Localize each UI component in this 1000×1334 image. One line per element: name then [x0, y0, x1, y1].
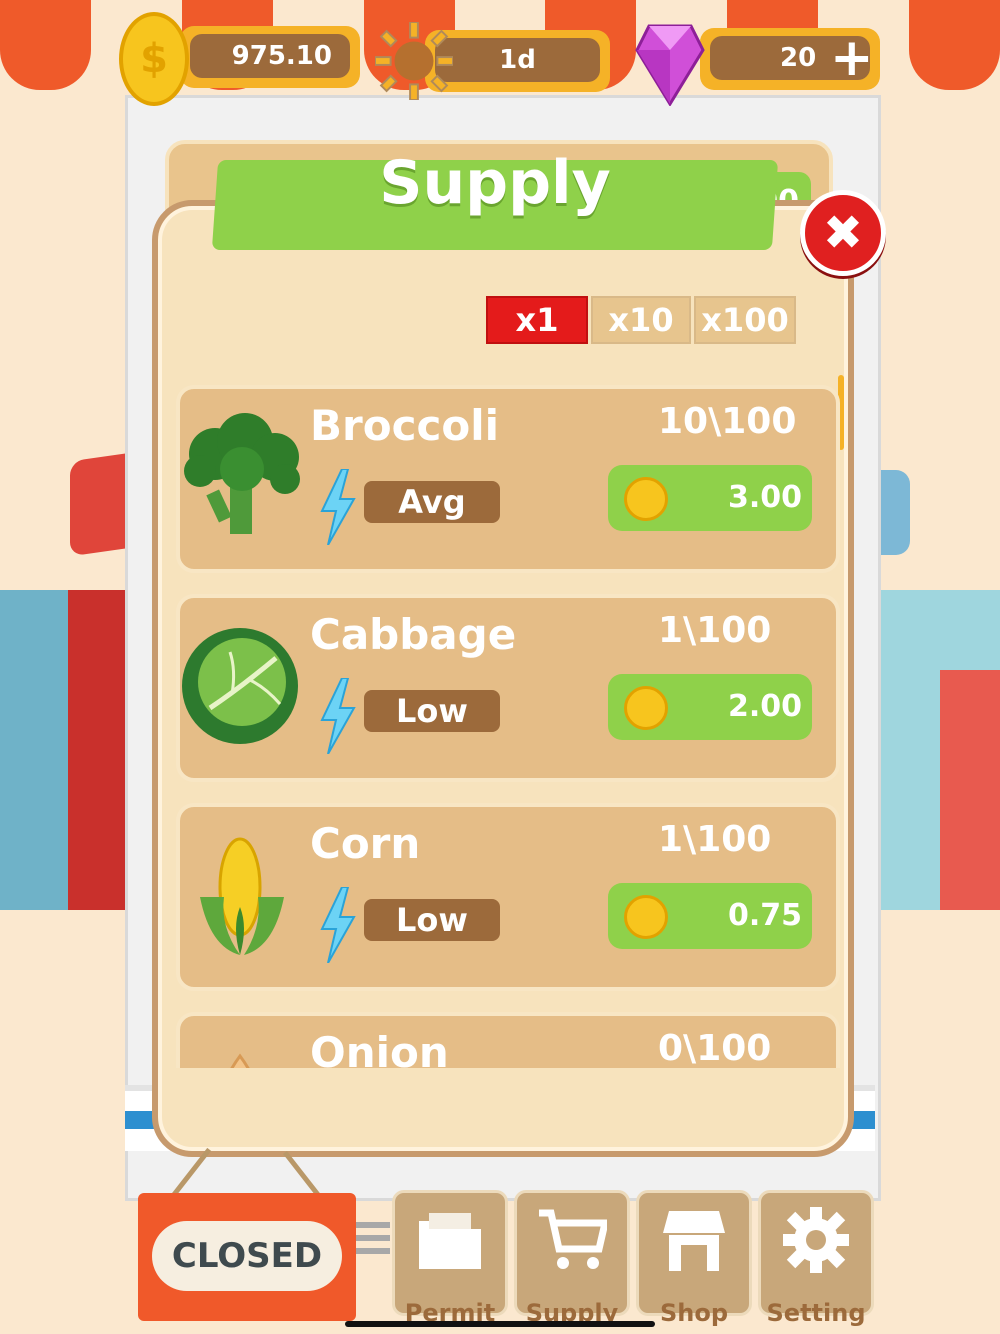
item-count: 10\100	[658, 401, 797, 442]
coin-icon	[624, 686, 668, 730]
buy-button[interactable]: 0.75	[608, 883, 812, 949]
item-name: Broccoli	[310, 401, 500, 450]
closed-label: CLOSED	[152, 1221, 342, 1291]
home-indicator[interactable]	[345, 1321, 655, 1327]
store-icon	[663, 1211, 725, 1271]
coin-icon: $	[119, 12, 189, 106]
list-item: Cabbage 1\100 Low 2.00	[176, 594, 840, 782]
item-count: 1\100	[658, 610, 772, 651]
modal-title: Supply	[379, 148, 611, 218]
day-value: 1d	[435, 38, 600, 82]
menu-icon	[356, 1222, 390, 1254]
top-bar: 975.10 $ 1d 20 +	[119, 10, 880, 106]
item-price: 3.00	[727, 480, 802, 515]
onion-icon	[230, 1053, 250, 1068]
add-gems-button[interactable]: +	[830, 32, 874, 84]
closed-sign[interactable]: CLOSED	[138, 1193, 356, 1321]
multiplier-x1[interactable]: x1	[486, 296, 588, 344]
item-count: 0\100	[658, 1028, 772, 1068]
cart-icon	[539, 1209, 607, 1269]
list-item: Broccoli 10\100 Avg 3.00	[176, 385, 840, 573]
item-name: Cabbage	[310, 610, 517, 659]
coin-icon	[624, 895, 668, 939]
close-button[interactable]: ✖	[800, 190, 886, 276]
nav-setting-label: Setting	[766, 1299, 866, 1327]
shelf-left	[0, 590, 140, 910]
list-item: Onion 0\100	[176, 1012, 840, 1068]
coins-pill: 975.10	[180, 26, 360, 88]
multiplier-x100[interactable]: x100	[694, 296, 796, 344]
nav-supply-button[interactable]: Supply	[514, 1190, 630, 1327]
folder-icon	[419, 1213, 481, 1269]
item-price: 0.75	[727, 898, 802, 933]
list-clip: Onion 0\100	[165, 1000, 845, 1068]
nav-permit-button[interactable]: Permit	[392, 1190, 508, 1327]
lightning-icon	[320, 887, 356, 963]
corn-icon	[200, 837, 284, 955]
item-count: 1\100	[658, 819, 772, 860]
item-rate: Avg	[364, 481, 500, 523]
item-price: 2.00	[727, 689, 802, 724]
multiplier-x10[interactable]: x10	[591, 296, 691, 344]
lightning-icon	[320, 469, 356, 545]
gem-icon	[635, 24, 705, 106]
item-rate: Low	[364, 690, 500, 732]
nav-setting-button[interactable]: Setting	[758, 1190, 874, 1327]
buy-button[interactable]: 2.00	[608, 674, 812, 740]
item-name: Onion	[310, 1028, 449, 1068]
nav-shop-button[interactable]: Shop	[636, 1190, 752, 1327]
buy-button[interactable]: 3.00	[608, 465, 812, 531]
close-icon: ✖	[822, 205, 864, 261]
sun-icon	[375, 22, 453, 100]
cabbage-icon	[182, 628, 298, 744]
shelf-right	[860, 590, 1000, 910]
broccoli-icon	[184, 413, 300, 534]
coin-icon	[624, 477, 668, 521]
lightning-icon	[320, 678, 356, 754]
list-item: Corn 1\100 Low 0.75	[176, 803, 840, 991]
item-name: Corn	[310, 819, 421, 868]
gear-icon	[783, 1207, 849, 1273]
coins-value: 975.10	[190, 34, 350, 78]
item-rate: Low	[364, 899, 500, 941]
